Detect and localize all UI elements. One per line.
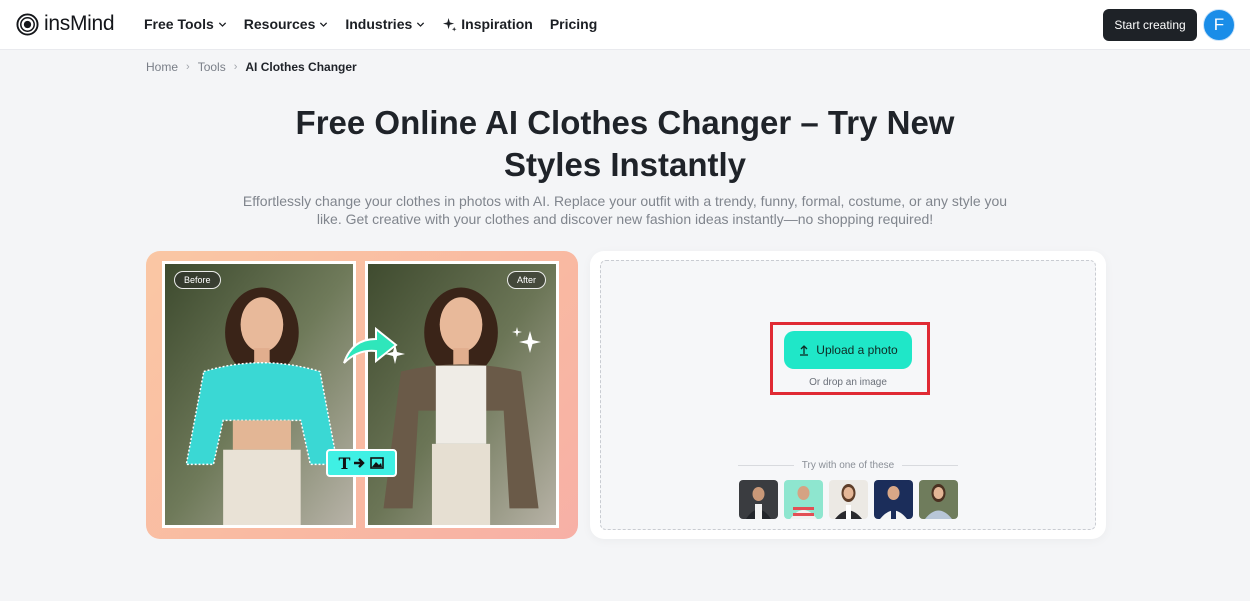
nav-industries[interactable]: Industries [345, 16, 425, 32]
sample-image-1[interactable] [739, 480, 778, 519]
sparkle-icon [385, 344, 405, 364]
nav-free-tools-label: Free Tools [144, 16, 214, 32]
upload-photo-button[interactable]: Upload a photo [784, 331, 912, 369]
breadcrumb-tools[interactable]: Tools [198, 60, 226, 74]
sparkle-icon [443, 17, 457, 32]
sample-image-3[interactable] [829, 480, 868, 519]
try-samples-text: Try with one of these [801, 460, 895, 471]
chevron-right-icon: › [233, 61, 238, 73]
top-header: insMind Free Tools Resources Industries … [0, 0, 1250, 50]
image-icon [370, 457, 385, 469]
try-samples-label: Try with one of these [738, 460, 959, 471]
page-subtitle-line1: Effortlessly change your clothes in phot… [242, 193, 1008, 209]
divider-line [738, 465, 794, 466]
chevron-down-icon [320, 21, 328, 27]
sample-images [739, 480, 958, 519]
drop-image-hint: Or drop an image [809, 377, 887, 388]
divider-line [902, 465, 959, 466]
user-avatar[interactable]: F [1203, 9, 1235, 41]
arrow-right-icon [354, 458, 366, 468]
after-label: After [507, 271, 547, 289]
before-after-showcase: Before After T [146, 251, 578, 539]
page-title: Free Online AI Clothes Changer – Try New… [250, 102, 1000, 186]
chevron-down-icon [218, 21, 226, 27]
upload-icon [800, 345, 809, 356]
upload-photo-label: Upload a photo [816, 343, 898, 357]
breadcrumb-home[interactable]: Home [146, 60, 178, 74]
sparkle-icon [512, 327, 541, 353]
before-label: Before [174, 271, 221, 289]
text-letter: T [338, 453, 351, 473]
text-to-image-badge: T [326, 449, 397, 477]
nav-inspiration-label: Inspiration [461, 16, 533, 32]
logo[interactable]: insMind [16, 12, 115, 36]
logo-text: insMind [44, 12, 115, 35]
chevron-down-icon [417, 21, 425, 27]
nav-pricing-label: Pricing [549, 16, 598, 32]
page-title-line1: Free Online AI Clothes Changer – Try New [295, 104, 955, 141]
nav-resources[interactable]: Resources [244, 16, 329, 32]
nav-industries-label: Industries [345, 16, 413, 32]
start-creating-button[interactable]: Start creating [1103, 9, 1197, 41]
after-photo [365, 261, 559, 528]
page-title-line2: Styles Instantly [503, 146, 747, 183]
sample-image-2[interactable] [784, 480, 823, 519]
main-nav: Free Tools Resources Industries Inspirat… [144, 16, 614, 32]
before-photo [162, 261, 356, 528]
chevron-right-icon: › [186, 61, 190, 73]
sample-image-5[interactable] [919, 480, 958, 519]
logo-icon [16, 12, 39, 36]
nav-pricing[interactable]: Pricing [550, 16, 597, 32]
page-subtitle-line2: like. Get creative with your clothes and… [316, 211, 934, 227]
nav-free-tools[interactable]: Free Tools [144, 16, 227, 32]
nav-inspiration[interactable]: Inspiration [442, 16, 533, 32]
page-subtitle: Effortlessly change your clothes in phot… [240, 192, 1010, 228]
breadcrumb-current: AI Clothes Changer [245, 60, 357, 74]
sample-image-4[interactable] [874, 480, 913, 519]
nav-resources-label: Resources [243, 16, 316, 32]
breadcrumb: Home › Tools › AI Clothes Changer [146, 60, 357, 74]
